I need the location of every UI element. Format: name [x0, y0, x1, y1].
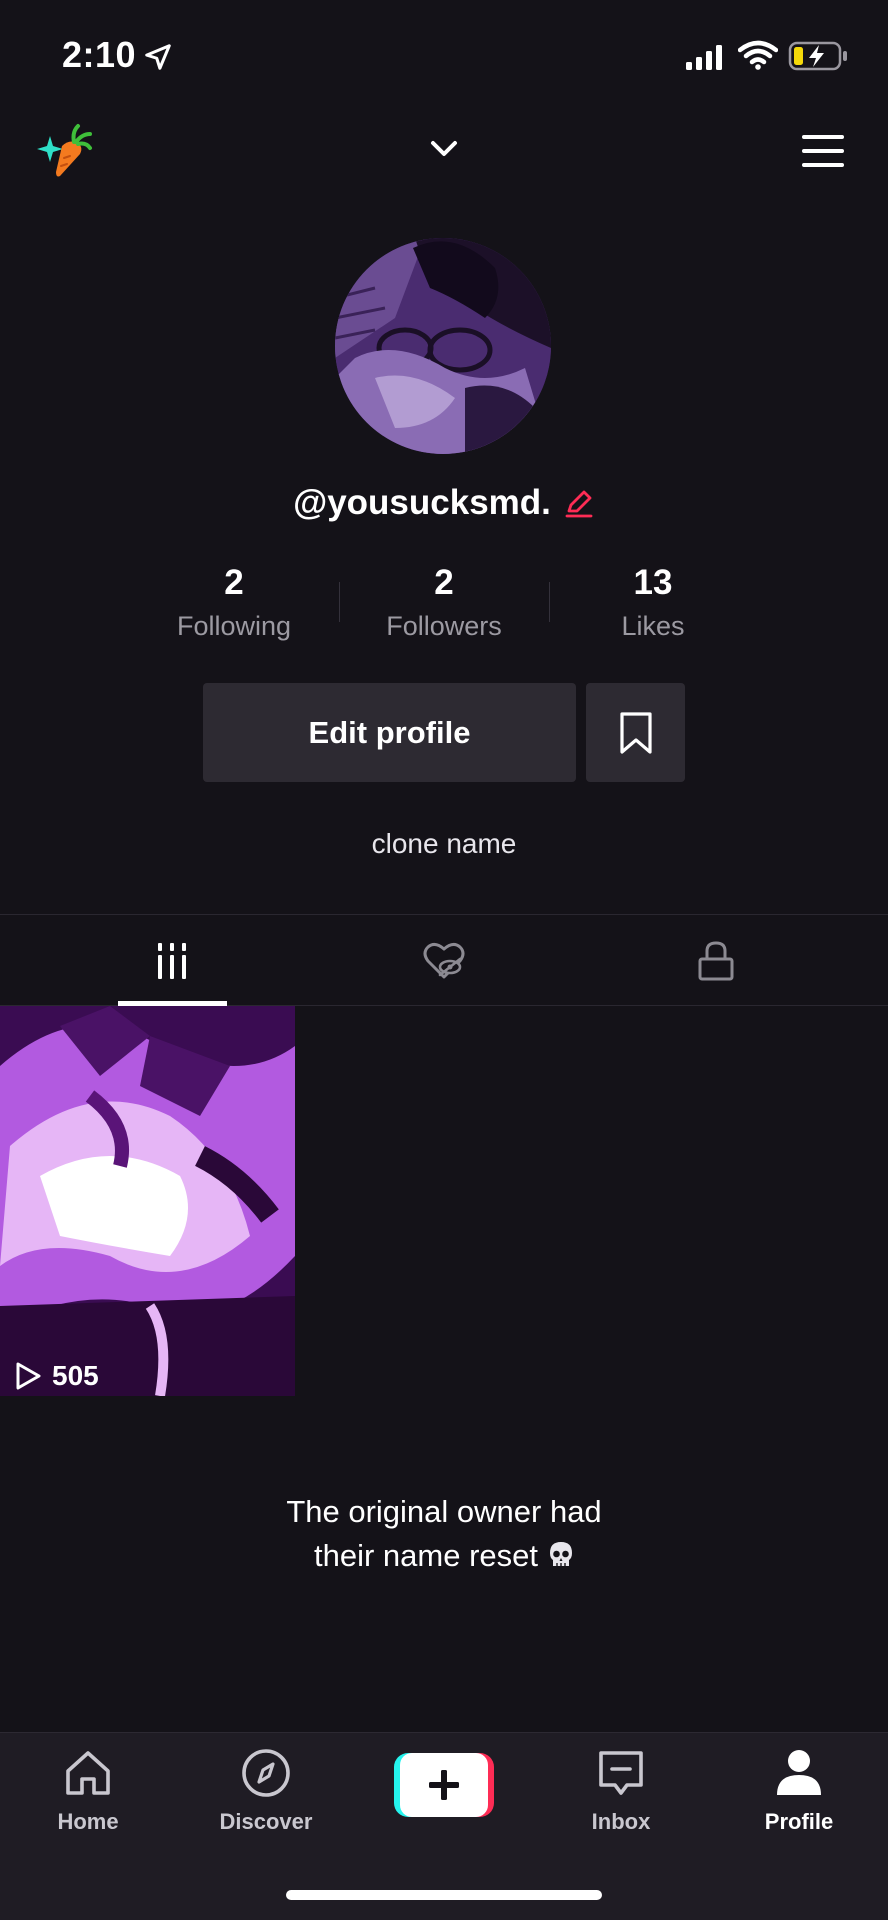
compass-icon: [242, 1749, 290, 1797]
likes-count: 13: [633, 563, 673, 602]
create-button-face: [400, 1753, 488, 1817]
nav-discover[interactable]: Discover: [191, 1745, 341, 1835]
cell-signal-icon: [686, 45, 722, 70]
skull-icon: [550, 1542, 572, 1566]
status-bar: 2:10: [0, 0, 888, 110]
play-icon: [16, 1362, 41, 1390]
top-nav: [0, 110, 888, 190]
pencil-edit-icon[interactable]: [563, 487, 595, 519]
wifi-icon: [738, 40, 778, 70]
app-logo-icon[interactable]: [34, 122, 94, 180]
caption-line: their name reset: [314, 1538, 538, 1573]
battery-charging-icon: [788, 41, 847, 71]
home-icon: [66, 1751, 110, 1795]
edit-profile-button[interactable]: Edit profile: [203, 683, 576, 782]
create-button[interactable]: [394, 1753, 494, 1817]
nav-home[interactable]: Home: [13, 1745, 163, 1835]
content-tabs: [0, 914, 888, 1006]
tab-liked[interactable]: [296, 915, 592, 1007]
hamburger-menu-icon[interactable]: [800, 132, 846, 170]
tab-videos[interactable]: [24, 915, 320, 1007]
username: @yousucksmd.: [293, 483, 551, 522]
favorites-button[interactable]: [586, 683, 685, 782]
avatar-image: [335, 238, 551, 454]
liked-hidden-icon: [423, 942, 465, 979]
caption-line-with-emoji: their name reset: [0, 1534, 888, 1578]
bio: clone name: [371, 828, 517, 859]
nav-label: Profile: [764, 1809, 834, 1834]
avatar[interactable]: [335, 238, 551, 454]
profile-icon: [777, 1750, 821, 1795]
stat-divider: [339, 582, 340, 622]
lock-icon: [698, 941, 734, 981]
followers-count: 2: [434, 563, 454, 602]
stat-following[interactable]: 2 Following: [134, 560, 334, 646]
plus-icon: [429, 1770, 459, 1800]
tab-private[interactable]: [568, 915, 864, 1007]
nav-profile[interactable]: Profile: [724, 1745, 874, 1835]
stat-likes[interactable]: 13 Likes: [553, 560, 753, 646]
chevron-down-icon[interactable]: [428, 136, 460, 162]
caption-overlay: The original owner had their name reset: [0, 1490, 888, 1578]
play-count-value: 505: [52, 1360, 99, 1391]
following-count: 2: [224, 563, 244, 602]
username-row: @yousucksmd.: [0, 478, 888, 528]
likes-label: Likes: [621, 611, 685, 641]
inbox-icon: [599, 1751, 643, 1795]
nav-inbox[interactable]: Inbox: [546, 1745, 696, 1835]
bookmark-icon: [619, 711, 652, 754]
play-count: 505: [14, 1360, 99, 1392]
stat-divider: [549, 582, 550, 622]
nav-label: Discover: [219, 1809, 313, 1834]
followers-label: Followers: [386, 611, 502, 641]
following-label: Following: [176, 611, 292, 641]
nav-label: Home: [57, 1809, 119, 1834]
location-arrow-icon: [145, 44, 171, 70]
home-indicator: [286, 1890, 602, 1900]
video-preview-image: [0, 1006, 295, 1396]
video-thumbnail[interactable]: 505: [0, 1006, 295, 1396]
caption-line: The original owner had: [286, 1494, 602, 1529]
status-time: 2:10: [62, 34, 137, 75]
nav-label: Inbox: [591, 1809, 651, 1834]
profile-stats: 2 Following 2 Followers 13 Likes: [0, 560, 888, 650]
videos-grid-icon: [158, 943, 186, 979]
stat-followers[interactable]: 2 Followers: [344, 560, 544, 646]
